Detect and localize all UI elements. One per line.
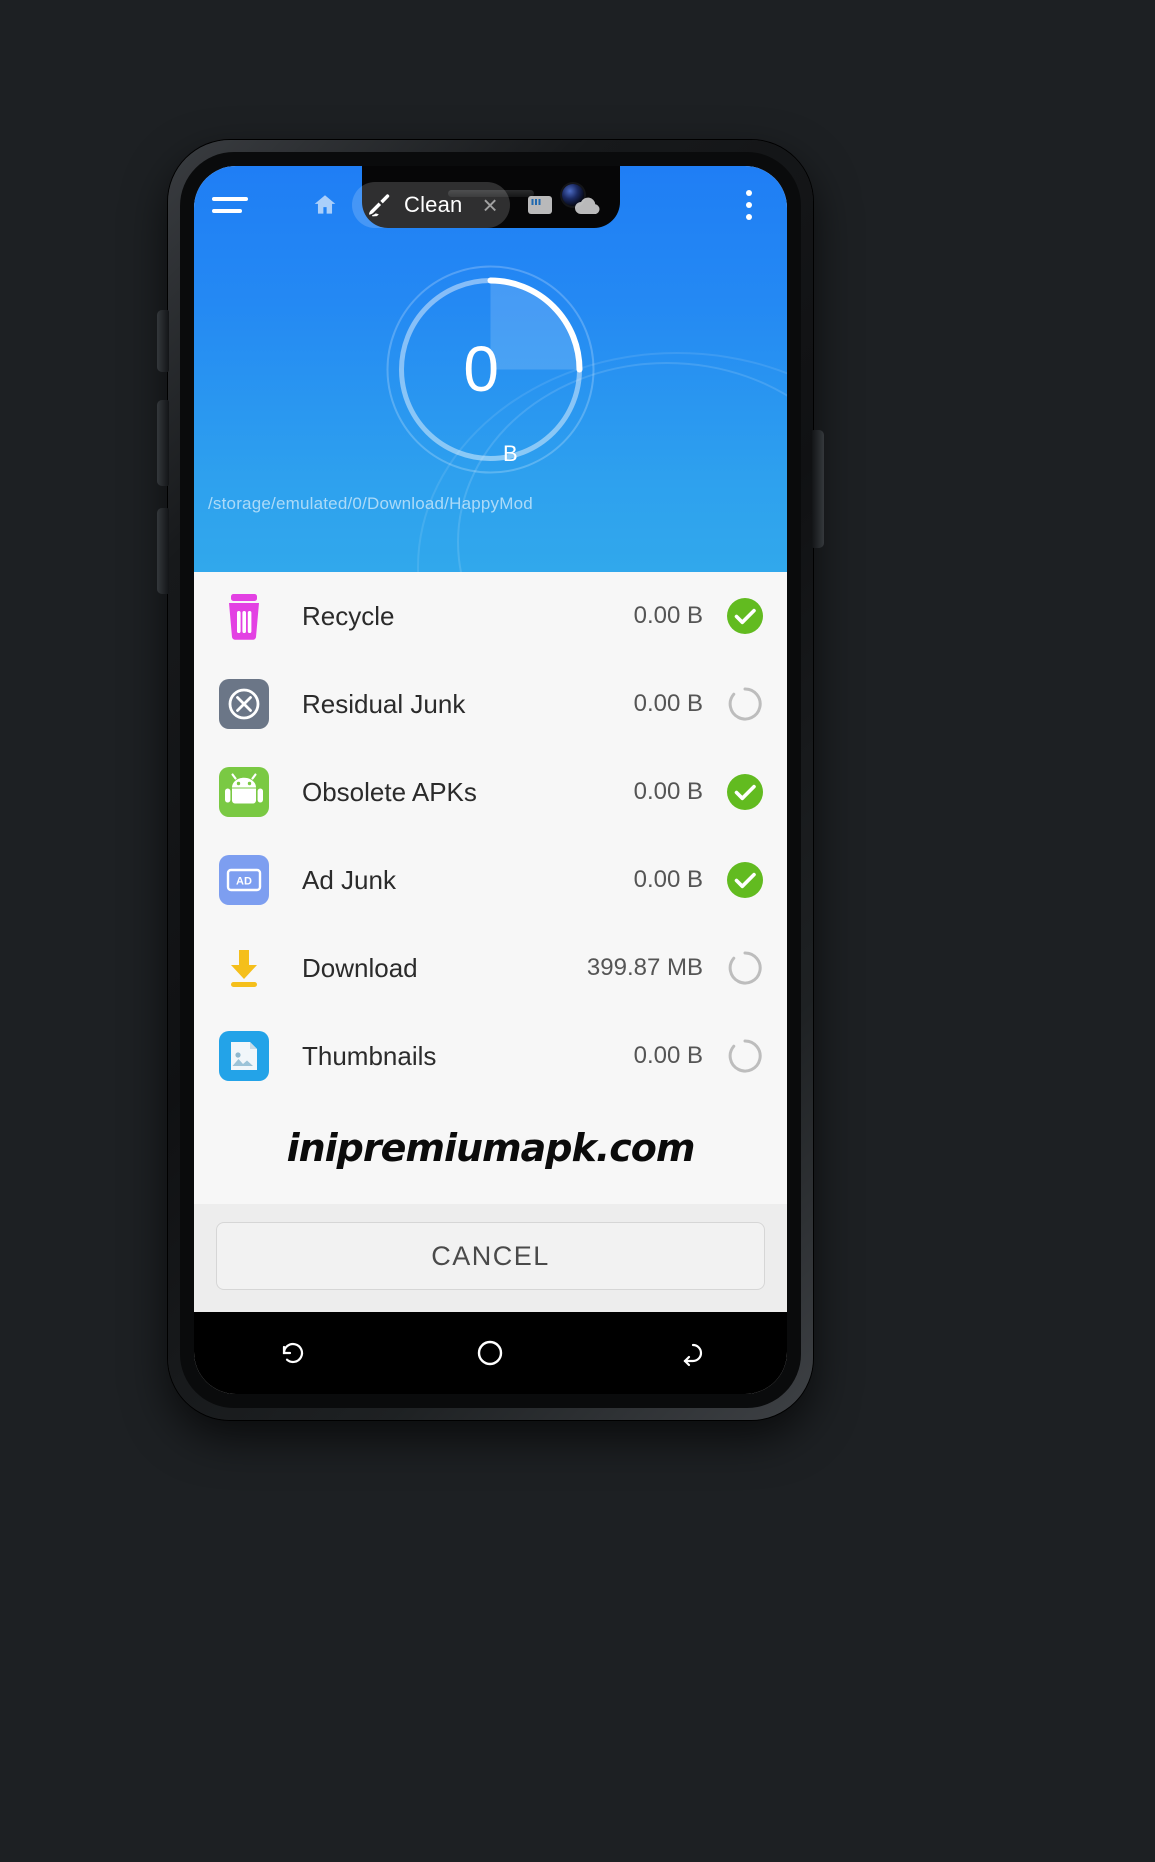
- android-apk-icon: [216, 764, 272, 820]
- row-size: 399.87 MB: [586, 954, 703, 981]
- row-size: 0.00 B: [633, 690, 703, 717]
- row-label: Thumbnails: [302, 1040, 437, 1071]
- status-check-icon: [725, 860, 765, 900]
- recents-icon[interactable]: [271, 1331, 315, 1375]
- broom-clean-icon: [369, 194, 390, 217]
- app-toolbar: Clean ×: [194, 166, 787, 244]
- table-row[interactable]: AD Ad Junk 0.00 B: [194, 836, 787, 924]
- trash-recycle-icon: [216, 588, 272, 644]
- more-vertical-icon[interactable]: [729, 182, 769, 228]
- gauge-value-group: 0 B: [383, 262, 598, 477]
- clean-category-list: Recycle 0.00 B Residual Junk 0.00 B Obso…: [194, 572, 787, 1204]
- table-row[interactable]: Thumbnails 0.00 B: [194, 1012, 787, 1100]
- storage-path: /storage/emulated/0/Download/HappyMod: [208, 494, 533, 513]
- dialog-footer: CANCEL: [194, 1204, 787, 1312]
- phone-screen: Clean × 0 B /storage/emulated/0/Download…: [194, 166, 787, 1394]
- cloud-icon[interactable]: [570, 187, 606, 223]
- phone-button-left-1[interactable]: [157, 310, 169, 372]
- table-row[interactable]: Obsolete APKs 0.00 B: [194, 748, 787, 836]
- row-size: 0.00 B: [633, 1042, 703, 1069]
- phone-button-power[interactable]: [812, 430, 824, 548]
- download-arrow-icon: [216, 940, 272, 996]
- x-circle-icon: [216, 676, 272, 732]
- table-row[interactable]: Residual Junk 0.00 B: [194, 660, 787, 748]
- row-label: Residual Junk: [302, 688, 466, 719]
- phone-button-volume-up[interactable]: [157, 400, 169, 486]
- row-label: Ad Junk: [302, 864, 396, 895]
- tab-close-icon[interactable]: ×: [482, 192, 497, 218]
- gauge-unit: B: [502, 440, 518, 466]
- phone-button-volume-down[interactable]: [157, 508, 169, 594]
- svg-text:AD: AD: [236, 876, 252, 888]
- row-size: 0.00 B: [633, 866, 703, 893]
- status-check-icon: [725, 772, 765, 812]
- cancel-button[interactable]: CANCEL: [216, 1222, 765, 1290]
- home-circle-icon[interactable]: [468, 1331, 512, 1375]
- ad-banner-icon: AD: [216, 852, 272, 908]
- hamburger-menu-icon[interactable]: [212, 182, 258, 228]
- row-size: 0.00 B: [633, 778, 703, 805]
- back-icon[interactable]: [666, 1331, 710, 1375]
- app-header: Clean × 0 B /storage/emulated/0/Download…: [194, 166, 787, 572]
- home-icon[interactable]: [306, 186, 344, 224]
- table-row[interactable]: Recycle 0.00 B: [194, 572, 787, 660]
- status-check-icon: [725, 596, 765, 636]
- watermark-text: inipremiumapk.com: [194, 1100, 787, 1204]
- status-spinner-icon: [725, 1036, 765, 1076]
- sd-card-icon[interactable]: [522, 187, 558, 223]
- row-label: Download: [302, 952, 418, 983]
- gauge-value: 0: [463, 333, 500, 405]
- storage-gauge: 0 B: [383, 262, 598, 477]
- storage-gauge-container: 0 B: [194, 244, 787, 494]
- table-row[interactable]: Download 399.87 MB: [194, 924, 787, 1012]
- status-spinner-icon: [725, 948, 765, 988]
- tab-clean[interactable]: Clean ×: [352, 182, 510, 228]
- status-spinner-icon: [725, 684, 765, 724]
- row-label: Obsolete APKs: [302, 776, 477, 807]
- screenshot-stage: Clean × 0 B /storage/emulated/0/Download…: [0, 0, 1155, 1862]
- thumbnail-image-icon: [216, 1028, 272, 1084]
- tab-clean-label: Clean: [404, 192, 463, 217]
- row-label: Recycle: [302, 600, 395, 631]
- row-size: 0.00 B: [633, 602, 703, 629]
- android-navigation-bar: [194, 1312, 787, 1394]
